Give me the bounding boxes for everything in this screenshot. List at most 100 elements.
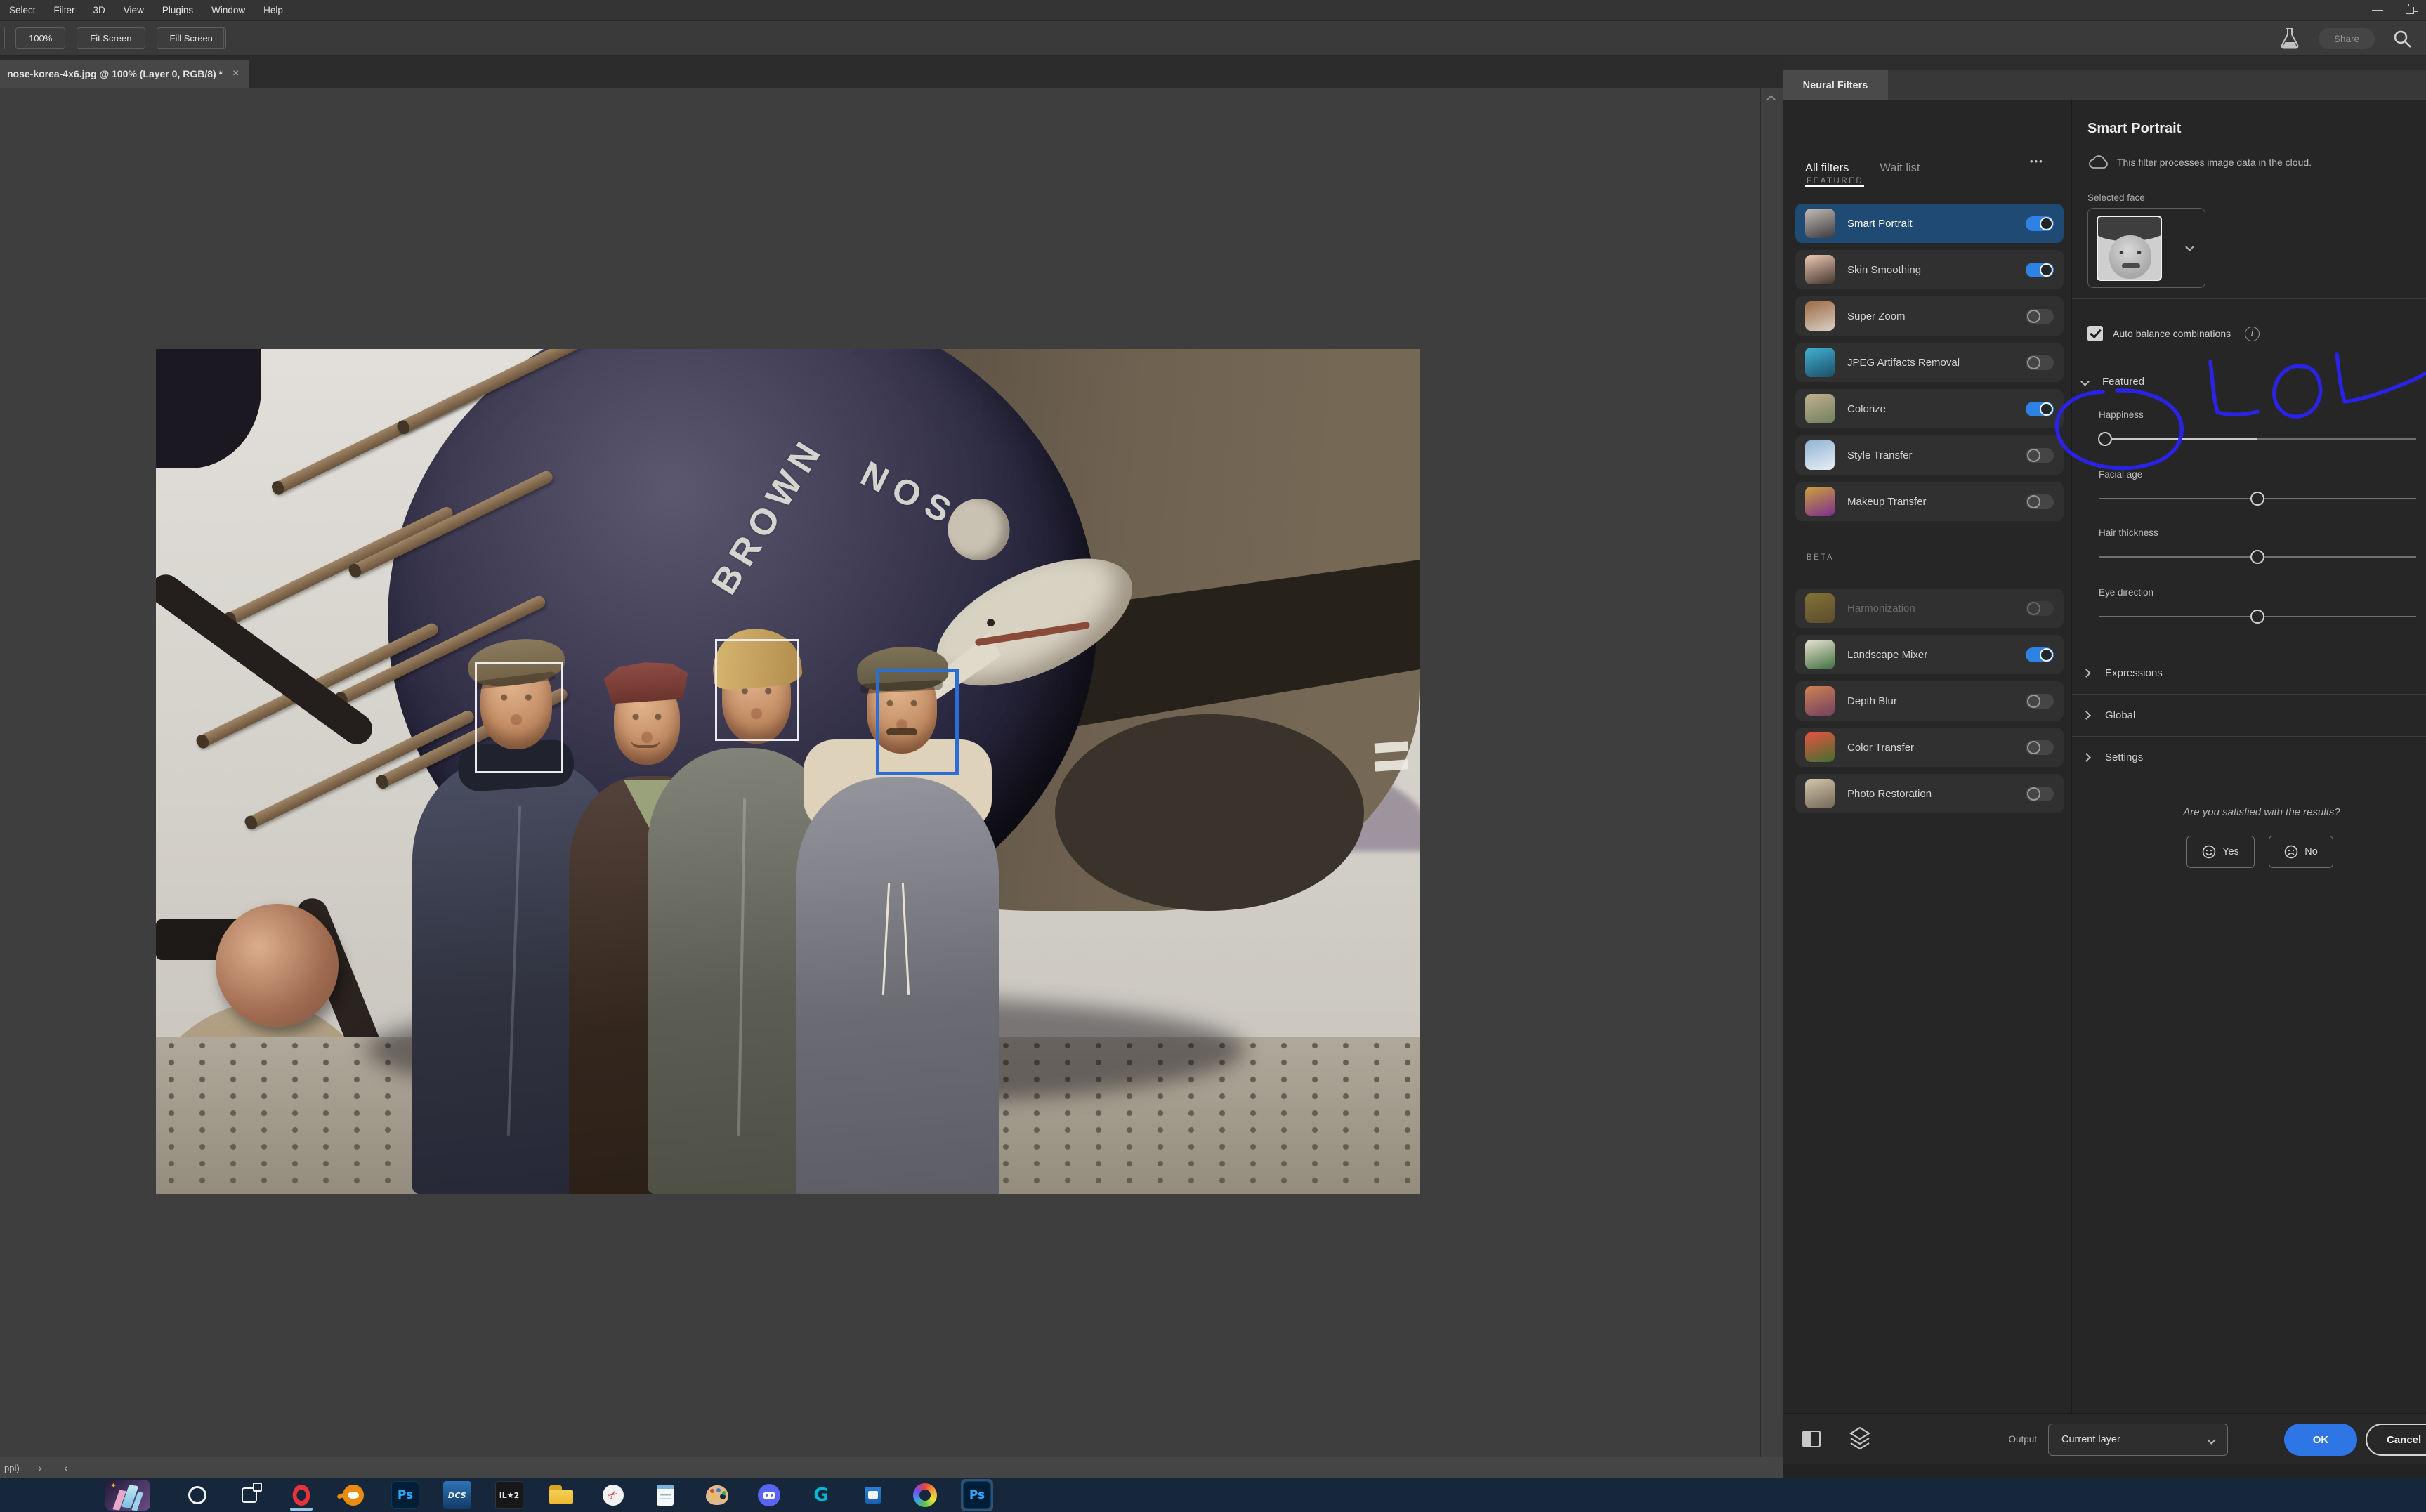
minimize-button[interactable] [2361, 0, 2394, 21]
cancel-button[interactable]: Cancel [2366, 1424, 2426, 1456]
toggle-knob [2027, 310, 2040, 323]
feedback-no-button[interactable]: No [2269, 836, 2333, 868]
filter-photo-restoration[interactable]: Photo Restoration [1795, 774, 2064, 813]
toggle-colorize[interactable] [2026, 402, 2054, 416]
share-button[interactable]: Share [2319, 28, 2375, 49]
task-view-icon[interactable] [233, 1479, 265, 1511]
face-box-detected-2[interactable] [715, 639, 799, 741]
status-expand-icon[interactable]: › [27, 1462, 53, 1473]
slider-thumb[interactable] [2250, 610, 2264, 624]
toggle-jpeg-artifacts-removal[interactable] [2026, 355, 2054, 370]
notepad-icon[interactable] [649, 1479, 681, 1511]
slider-fill [2105, 438, 2257, 440]
face-box-selected[interactable] [876, 669, 959, 775]
more-options-icon[interactable]: ••• [2030, 156, 2044, 166]
dcs-world-icon[interactable]: DCS [441, 1479, 473, 1511]
filter-colorize[interactable]: Colorize [1795, 389, 2064, 428]
search-icon[interactable] [2393, 29, 2412, 48]
toggle-style-transfer[interactable] [2026, 448, 2054, 463]
slider-thumb[interactable] [2098, 432, 2112, 446]
propeller-hub [216, 904, 339, 1027]
canvas-vertical-scrollbar[interactable] [1760, 88, 1782, 1457]
view-button-fill-screen[interactable]: Fill Screen [157, 27, 226, 49]
scroll-up-icon[interactable] [1766, 95, 1776, 104]
blender-icon[interactable] [337, 1479, 369, 1511]
widgets-icon[interactable] [105, 1479, 150, 1511]
taskbar-icons: Ps DCS IL★2 ✂ G Ps [105, 1478, 993, 1512]
slider-thumb[interactable] [2250, 550, 2264, 564]
filter-harmonization[interactable]: Harmonization [1795, 589, 2064, 628]
menu-view[interactable]: View [114, 5, 153, 15]
filter-label: JPEG Artifacts Removal [1847, 357, 2013, 369]
filter-smart-portrait[interactable]: Smart Portrait [1795, 204, 2064, 243]
menu-3d[interactable]: 3D [84, 5, 114, 15]
toggle-color-transfer[interactable] [2026, 740, 2054, 755]
logitech-ghub-icon[interactable]: G [805, 1479, 837, 1511]
filter-jpeg-artifacts-removal[interactable]: JPEG Artifacts Removal [1795, 343, 2064, 382]
slider-thumb[interactable] [2250, 492, 2264, 506]
restore-button[interactable] [2394, 0, 2426, 21]
group-featured[interactable]: Featured [2072, 372, 2426, 390]
discord-icon[interactable] [753, 1479, 785, 1511]
snipping-tool-icon-glyph: ✂ [603, 1485, 624, 1506]
file-explorer-icon[interactable] [545, 1479, 577, 1511]
menu-filter[interactable]: Filter [45, 5, 84, 15]
filter-landscape-mixer[interactable]: Landscape Mixer [1795, 635, 2064, 674]
menu-window[interactable]: Window [202, 5, 254, 15]
auto-balance-checkbox[interactable] [2087, 326, 2103, 341]
selected-face-dropdown[interactable] [2087, 208, 2205, 288]
photoshop-icon-glyph: Ps [391, 1481, 419, 1509]
top-right-tools: Share [2279, 21, 2412, 56]
search-app-icon[interactable] [181, 1479, 214, 1511]
preview-split-icon[interactable] [1802, 1431, 1821, 1447]
neural-filters-tab[interactable]: Neural Filters [1783, 70, 1888, 100]
menu-plugins[interactable]: Plugins [153, 5, 202, 15]
face-box-detected-1[interactable] [475, 662, 563, 773]
ok-button[interactable]: OK [2284, 1424, 2357, 1456]
filter-depth-blur[interactable]: Depth Blur [1795, 681, 2064, 721]
filter-color-transfer[interactable]: Color Transfer [1795, 728, 2064, 767]
opera-icon[interactable] [285, 1479, 317, 1511]
group-expressions[interactable]: Expressions [2072, 652, 2426, 694]
filter-skin-smoothing[interactable]: Skin Smoothing [1795, 250, 2064, 289]
group-settings[interactable]: Settings [2072, 736, 2426, 778]
canvas-area[interactable]: BROWN NOSE [0, 88, 1760, 1457]
info-icon[interactable] [2245, 327, 2260, 341]
filter-super-zoom[interactable]: Super Zoom [1795, 296, 2064, 336]
panel-footer: Output Current layer OK Cancel [1783, 1413, 2426, 1464]
view-button-fit-screen[interactable]: Fit Screen [77, 27, 145, 49]
toggle-skin-smoothing[interactable] [2026, 263, 2054, 277]
slider-track[interactable] [2099, 438, 2416, 440]
filter-detail-title: Smart Portrait [2087, 121, 2181, 137]
paint-icon[interactable] [701, 1479, 733, 1511]
menu-help[interactable]: Help [254, 5, 292, 15]
snipping-tool-icon[interactable]: ✂ [597, 1479, 629, 1511]
toggle-depth-blur[interactable] [2026, 694, 2054, 709]
toggle-photo-restoration[interactable] [2026, 787, 2054, 801]
toggle-landscape-mixer[interactable] [2026, 647, 2054, 662]
canvas-photo[interactable]: BROWN NOSE [156, 349, 1420, 1194]
toggle-harmonization[interactable] [2026, 601, 2054, 616]
feedback-yes-button[interactable]: Yes [2186, 836, 2255, 868]
group-label: Expressions [2105, 667, 2163, 679]
filter-label: Makeup Transfer [1847, 496, 2013, 508]
group-global[interactable]: Global [2072, 694, 2426, 736]
tech-preview-flask-icon[interactable] [2279, 27, 2300, 50]
menu-select[interactable]: Select [0, 5, 45, 15]
view-button-100-[interactable]: 100% [15, 27, 65, 49]
show-original-layers-icon[interactable] [1849, 1426, 1871, 1452]
toggle-super-zoom[interactable] [2026, 309, 2054, 324]
close-icon[interactable]: × [232, 67, 239, 80]
toggle-makeup-transfer[interactable] [2026, 494, 2054, 509]
creative-cloud-icon[interactable] [909, 1479, 941, 1511]
output-dropdown[interactable]: Current layer [2048, 1424, 2228, 1456]
photoshop-active-icon[interactable]: Ps [961, 1479, 993, 1511]
mail-icon[interactable] [857, 1479, 889, 1511]
document-tab[interactable]: nose-korea-4x6.jpg @ 100% (Layer 0, RGB/… [0, 60, 249, 88]
il2-sturmovik-icon[interactable]: IL★2 [493, 1479, 525, 1511]
status-collapse-icon[interactable]: ‹ [53, 1462, 79, 1473]
filter-makeup-transfer[interactable]: Makeup Transfer [1795, 482, 2064, 521]
photoshop-icon[interactable]: Ps [389, 1479, 421, 1511]
filter-style-transfer[interactable]: Style Transfer [1795, 435, 2064, 475]
toggle-smart-portrait[interactable] [2026, 216, 2054, 231]
